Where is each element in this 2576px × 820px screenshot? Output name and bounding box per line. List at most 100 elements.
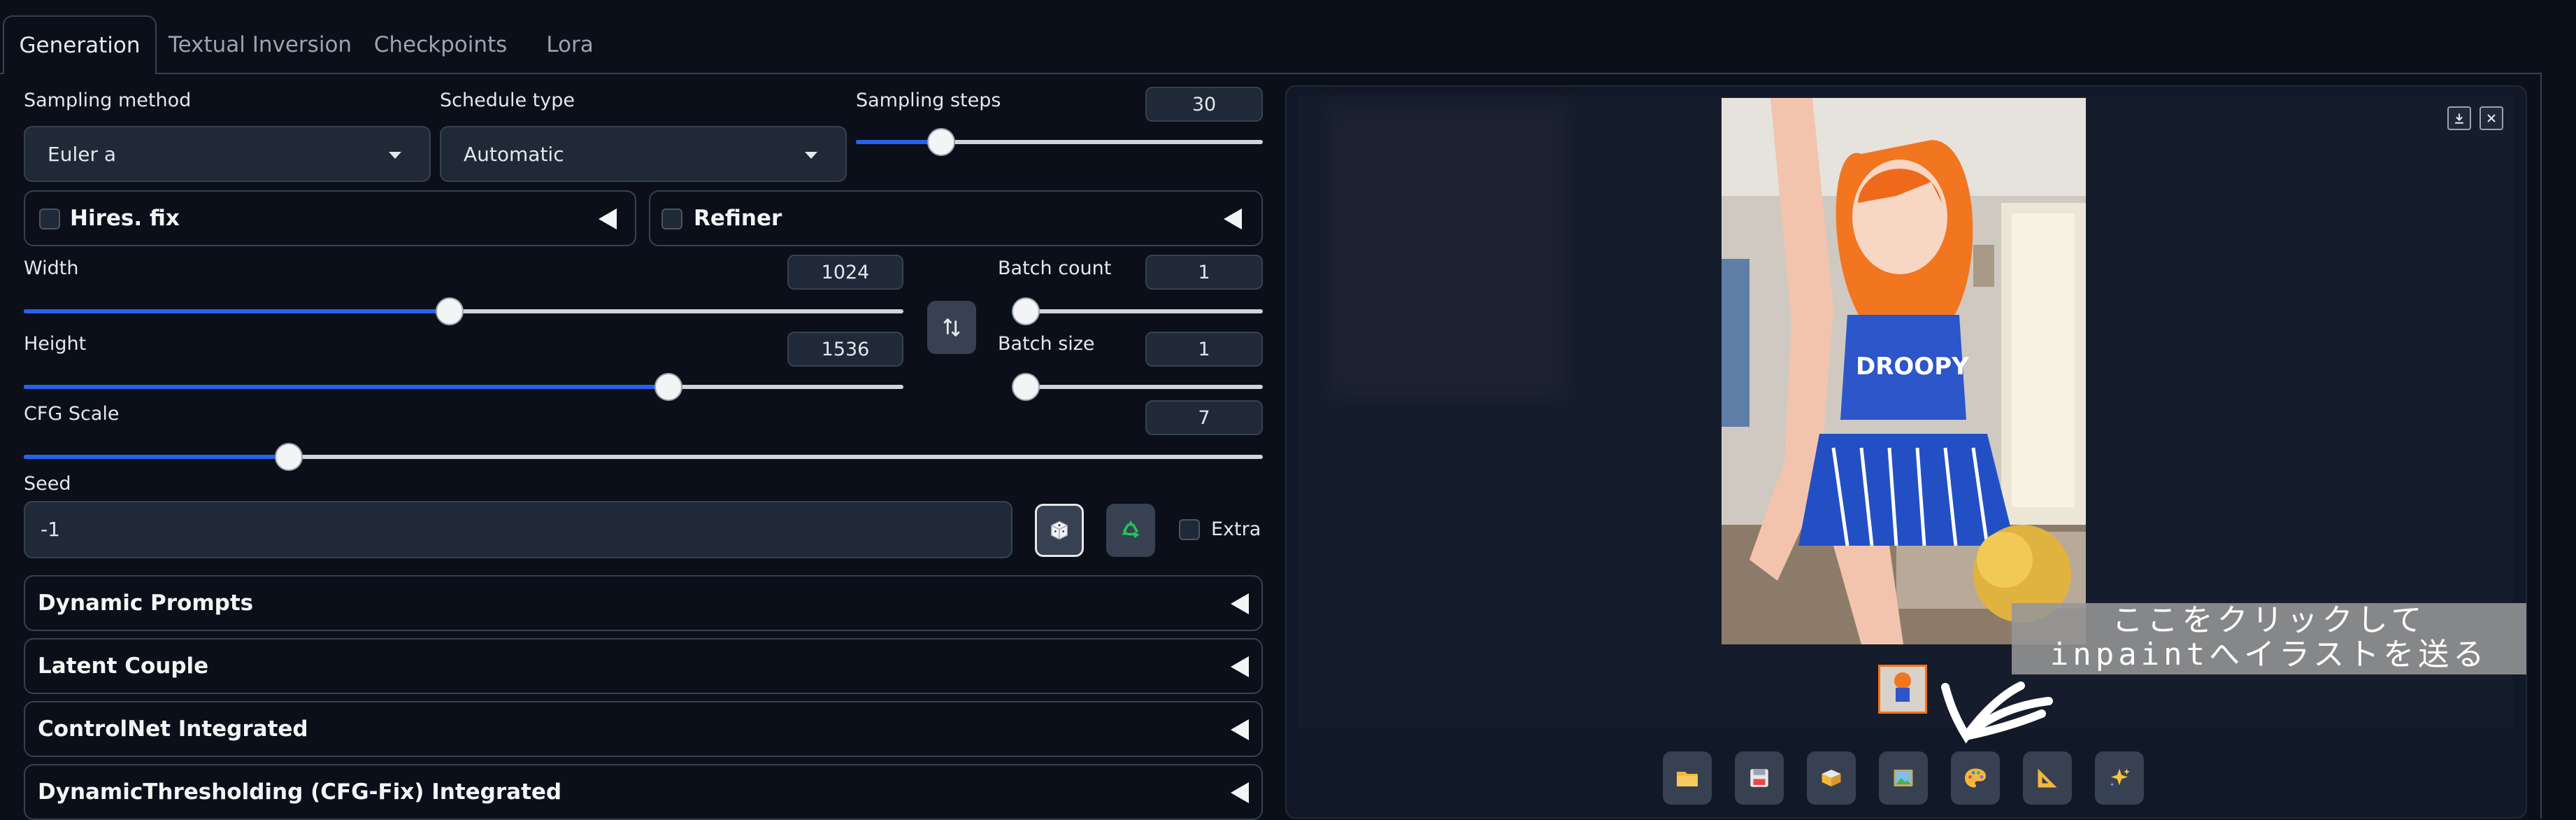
hires-fix-panel[interactable]: Hires. fix [24,190,636,246]
height-slider[interactable] [24,373,903,401]
collapse-triangle-icon[interactable] [1231,719,1249,740]
schedule-type-dropdown[interactable]: Automatic [440,126,847,182]
slider-thumb[interactable] [275,443,303,471]
thumbnail-image [1880,667,1925,712]
annotation-line-2: inpaintへイラストを送る [2049,637,2489,672]
seed-label: Seed [24,473,71,495]
save-icon [1750,769,1768,787]
dice-icon [1050,521,1068,540]
open-folder-button[interactable] [1663,751,1712,805]
zip-icon [1822,770,1841,786]
sampling-steps-input[interactable]: 30 [1145,87,1263,122]
send-to-inpaint-button[interactable] [1951,751,2000,805]
batch-size-label: Batch size [998,333,1095,355]
refiner-label: Refiner [694,206,782,231]
extra-label: Extra [1211,518,1261,540]
folder-icon [1677,772,1698,786]
download-icon [2455,113,2463,124]
slider-fill [24,309,450,313]
ruler-triangle-icon [2038,768,2057,788]
schedule-type-value: Automatic [464,143,564,166]
seed-value: -1 [41,518,60,541]
slider-thumb[interactable] [654,373,683,401]
hand-drawn-arrow [1941,681,2053,744]
batch-size-input[interactable]: 1 [1145,332,1263,367]
sampling-steps-slider[interactable] [856,128,1263,156]
seed-input[interactable]: -1 [24,501,1012,558]
close-icon [2487,114,2496,122]
sampling-method-value: Euler a [48,143,117,166]
generated-image[interactable]: DROOPY [1722,98,2086,644]
close-button[interactable] [2480,106,2503,130]
tab-label: Checkpoints [373,32,508,57]
height-input[interactable]: 1536 [787,332,903,367]
tab-label: Textual Inversion [168,32,352,57]
save-button[interactable] [1735,751,1784,805]
accordion-label: Dynamic Prompts [38,591,254,616]
zip-button[interactable] [1807,751,1856,805]
extra-checkbox[interactable] [1179,519,1200,540]
collapse-triangle-icon[interactable] [1231,656,1249,677]
anime-cheerleader-illustration: DROOPY [1722,98,2086,644]
annotation-callout: ここをクリックして inpaintへイラストを送る [2012,603,2526,674]
collapse-triangle-icon[interactable] [599,208,617,229]
collapse-triangle-icon[interactable] [1231,782,1249,803]
sampling-method-label: Sampling method [24,90,192,111]
accordion-label: ControlNet Integrated [38,716,308,742]
annotation-line-1: ここをクリックして [2112,602,2426,638]
cfg-scale-slider[interactable] [24,443,1263,471]
width-input[interactable]: 1024 [787,255,903,290]
tab-generation[interactable]: Generation [3,15,157,74]
collapse-triangle-icon[interactable] [1224,208,1242,229]
slider-thumb[interactable] [1012,373,1040,401]
shirt-text: DROOPY [1856,353,1969,381]
tab-label: Lora [546,32,594,57]
download-button[interactable] [2447,106,2471,130]
accordion-controlnet-integrated[interactable]: ControlNet Integrated [24,701,1263,757]
recycle-icon [1122,520,1140,539]
sampling-method-dropdown[interactable]: Euler a [24,126,431,182]
tab-label: Generation [19,33,141,58]
chevron-down-icon [389,152,401,159]
schedule-type-label: Schedule type [440,90,575,111]
accordion-label: Latent Couple [38,653,209,679]
refiner-panel[interactable]: Refiner [649,190,1263,246]
send-to-extras-button[interactable] [2023,751,2072,805]
accordion-latent-couple[interactable]: Latent Couple [24,638,1263,694]
random-seed-button[interactable] [1035,504,1084,557]
hires-fix-checkbox[interactable] [39,208,60,229]
sparkle-icon [2110,768,2130,786]
slider-fill [24,455,289,459]
slider-thumb[interactable] [1012,297,1040,325]
refiner-checkbox[interactable] [661,208,682,229]
swap-vertical-icon [943,318,960,337]
hires-fix-label: Hires. fix [70,206,180,231]
batch-count-slider[interactable] [1012,297,1263,325]
width-slider[interactable] [24,297,903,325]
send-to-img2img-button[interactable] [1879,751,1928,805]
reuse-seed-button[interactable] [1106,504,1155,557]
tab-checkpoints[interactable]: Checkpoints [371,15,510,74]
chevron-down-icon [805,152,817,159]
collapse-triangle-icon[interactable] [1231,593,1249,614]
sampling-steps-label: Sampling steps [856,90,1001,111]
batch-size-slider[interactable] [1012,373,1263,401]
slider-thumb[interactable] [927,128,956,156]
accordion-dynamic-thresholding[interactable]: DynamicThresholding (CFG-Fix) Integrated [24,764,1263,820]
cfg-scale-input[interactable]: 7 [1145,400,1263,435]
palette-icon [1965,768,1986,788]
batch-count-label: Batch count [998,257,1112,279]
accordion-dynamic-prompts[interactable]: Dynamic Prompts [24,575,1263,631]
gallery-thumbnail[interactable] [1878,665,1927,714]
slider-thumb[interactable] [435,297,464,325]
height-label: Height [24,333,87,355]
image-icon [1894,770,1913,786]
tab-textual-inversion[interactable]: Textual Inversion [166,15,354,74]
batch-count-input[interactable]: 1 [1145,255,1263,290]
width-label: Width [24,257,79,279]
tab-lora[interactable]: Lora [531,15,608,74]
swap-dimensions-button[interactable] [927,301,976,354]
accordion-label: DynamicThresholding (CFG-Fix) Integrated [38,779,562,805]
sparkle-button[interactable] [2095,751,2144,805]
panel-right-border [2540,73,2542,819]
